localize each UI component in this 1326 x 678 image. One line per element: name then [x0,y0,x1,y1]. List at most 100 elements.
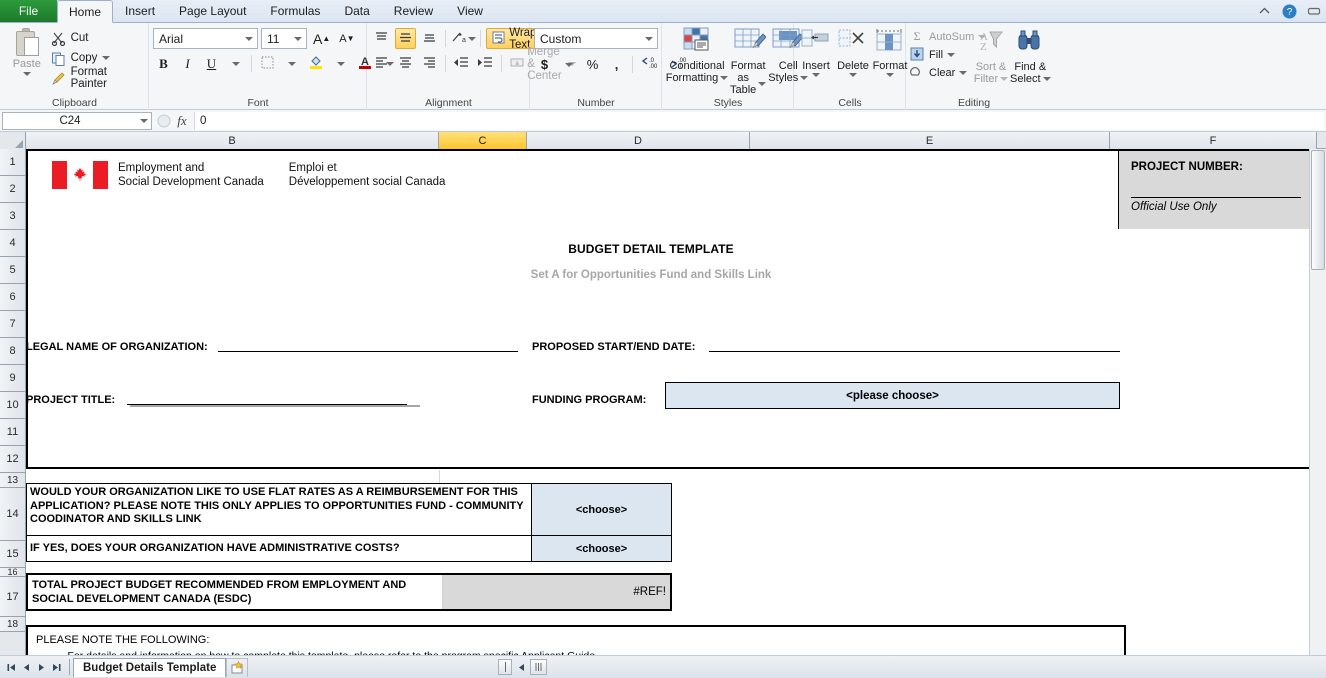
underline-button[interactable]: U [201,53,222,74]
previous-sheet-icon[interactable] [19,660,33,675]
row-header-11[interactable]: 11 [0,419,25,446]
cut-button[interactable]: Cut [48,29,144,47]
row-header-5[interactable]: 5 [0,257,25,284]
fill-color-dropdown[interactable] [330,53,351,74]
chevron-down-icon[interactable] [959,70,968,75]
sheet-tab-budget-details-template[interactable]: Budget Details Template [73,657,227,677]
admin-costs-answer-select[interactable]: <choose> [531,535,672,562]
help-icon[interactable]: ? [1281,3,1297,19]
delete-cells-button[interactable]: Delete [835,27,871,77]
tab-file[interactable]: File [0,0,57,22]
first-sheet-icon[interactable] [4,660,18,675]
row-header-10[interactable]: 10 [0,392,25,419]
project-number-input-line[interactable] [1131,173,1301,198]
select-all-corner[interactable] [0,132,26,149]
align-center-button[interactable] [395,53,416,74]
row-header-1[interactable]: 1 [0,149,25,176]
row-header-17[interactable]: 17 [0,577,25,617]
increase-decimal-button[interactable]: .0.00 [638,54,664,75]
align-right-button[interactable] [419,53,440,74]
row-header-8[interactable]: 8 [0,338,25,365]
proposed-date-input[interactable] [709,335,1120,352]
row-header-9[interactable]: 9 [0,365,25,392]
row-header-6[interactable]: 6 [0,284,25,311]
column-header-F[interactable]: F [1110,132,1317,149]
paste-button[interactable]: Paste [6,26,48,76]
vertical-scrollbar[interactable] [1309,149,1326,655]
chevron-down-icon[interactable] [1042,77,1051,81]
chevron-down-icon[interactable] [849,73,857,77]
row-header-14[interactable]: 14 [0,488,25,541]
bold-button[interactable]: B [153,53,174,74]
split-handle[interactable] [498,659,512,675]
project-title-input[interactable] [127,388,407,405]
chevron-down-icon[interactable] [758,82,767,86]
name-box[interactable]: C24 [2,111,152,130]
format-painter-button[interactable]: Format Painter [48,66,144,90]
fill-button[interactable]: Fill [910,46,972,63]
currency-dropdown[interactable] [558,54,579,75]
find-select-button[interactable]: Find & Select [1010,28,1051,85]
insert-function-button[interactable]: fx [173,112,191,130]
font-size-select[interactable]: 11 [261,28,307,49]
row-header-16[interactable]: 16 [0,567,25,577]
row-header-18[interactable]: 18 [0,617,25,632]
tab-page-layout[interactable]: Page Layout [167,0,258,22]
tab-home[interactable]: Home [57,0,114,23]
chevron-down-icon[interactable] [947,52,956,57]
insert-cells-button[interactable]: Insert [798,27,834,77]
minimize-ribbon-icon[interactable] [1256,3,1272,19]
column-header-D[interactable]: D [527,132,750,149]
cancel-entry-button[interactable] [155,112,173,130]
comma-button[interactable]: , [606,54,627,75]
column-header-B[interactable]: B [26,132,439,149]
row-header-12[interactable]: 12 [0,446,25,473]
format-as-table-button[interactable]: Format as Table [730,27,767,96]
underline-dropdown[interactable] [225,53,246,74]
last-sheet-icon[interactable] [49,660,63,675]
funding-program-select[interactable]: <please choose> [665,382,1120,409]
tab-view[interactable]: View [445,0,495,22]
borders-dropdown[interactable] [281,53,302,74]
italic-button[interactable]: I [177,53,198,74]
decrease-font-size-button[interactable]: A ▼ [336,28,357,49]
window-restore-icon[interactable] [1306,3,1322,19]
autosum-button[interactable]: Σ AutoSum [910,28,987,45]
row-header-3[interactable]: 3 [0,203,25,230]
fill-color-button[interactable] [305,53,327,74]
conditional-formatting-button[interactable]: Conditional Formatting [666,27,729,84]
next-sheet-icon[interactable] [34,660,48,675]
borders-button[interactable] [257,53,278,74]
clear-button[interactable]: Clear [910,64,972,81]
legal-name-input[interactable] [218,335,518,352]
row-header-4[interactable]: 4 [0,230,25,257]
column-header-E[interactable]: E [750,132,1110,149]
align-top-button[interactable] [371,28,392,49]
scroll-left-icon[interactable] [514,660,528,674]
tab-data[interactable]: Data [332,0,381,22]
sort-filter-button[interactable]: A Z Sort & Filter [973,28,1009,85]
vertical-scrollbar-thumb[interactable] [1311,150,1325,270]
align-middle-button[interactable] [395,28,416,49]
chevron-down-icon[interactable] [22,72,31,76]
chevron-down-icon[interactable] [642,36,655,41]
copy-button[interactable]: Copy [48,49,144,67]
insert-worksheet-icon[interactable] [226,657,249,677]
decrease-indent-button[interactable] [451,53,472,74]
align-bottom-button[interactable] [419,28,440,49]
tab-insert[interactable]: Insert [113,0,167,22]
column-header-C[interactable]: C [439,132,527,149]
flat-rates-answer-select[interactable]: <choose> [531,483,672,536]
horizontal-scrollbar-thumb[interactable] [530,659,547,675]
chevron-down-icon[interactable] [812,73,820,77]
chevron-down-icon[interactable] [886,73,894,77]
orientation-button[interactable]: a [451,28,476,49]
format-cells-button[interactable]: Format [872,27,908,77]
chevron-down-icon[interactable] [291,36,304,41]
sheet-canvas[interactable]: Employment and Social Development Canada… [26,149,1326,655]
increase-font-size-button[interactable]: A ▲ [310,28,333,49]
currency-button[interactable]: $ [534,54,555,75]
chevron-down-icon[interactable] [720,76,729,80]
row-header-13[interactable]: 13 [0,473,25,488]
tab-review[interactable]: Review [382,0,445,22]
